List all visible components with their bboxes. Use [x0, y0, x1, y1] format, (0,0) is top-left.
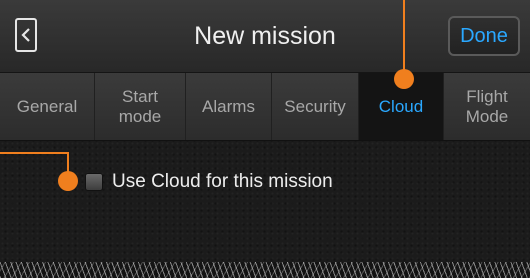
use-cloud-label: Use Cloud for this mission: [112, 171, 333, 192]
bottom-texture-strip: [0, 262, 530, 278]
use-cloud-option[interactable]: Use Cloud for this mission: [85, 169, 333, 195]
tab-general[interactable]: General: [0, 73, 95, 140]
chevron-left-icon: [21, 28, 30, 42]
tab-flight-mode[interactable]: Flight Mode: [444, 73, 530, 140]
mission-screen: New mission Done General Start mode Alar…: [0, 0, 530, 278]
tab-security[interactable]: Security: [272, 73, 359, 140]
done-button[interactable]: Done: [448, 16, 520, 56]
tab-bar: General Start mode Alarms Security Cloud…: [0, 73, 530, 141]
tab-start-mode[interactable]: Start mode: [95, 73, 186, 140]
nav-bar: New mission Done: [0, 0, 530, 73]
back-button[interactable]: [15, 18, 37, 52]
tab-cloud[interactable]: Cloud: [359, 73, 444, 140]
use-cloud-checkbox[interactable]: [85, 173, 103, 191]
tab-alarms[interactable]: Alarms: [186, 73, 272, 140]
cloud-settings-panel: Use Cloud for this mission: [0, 141, 530, 278]
